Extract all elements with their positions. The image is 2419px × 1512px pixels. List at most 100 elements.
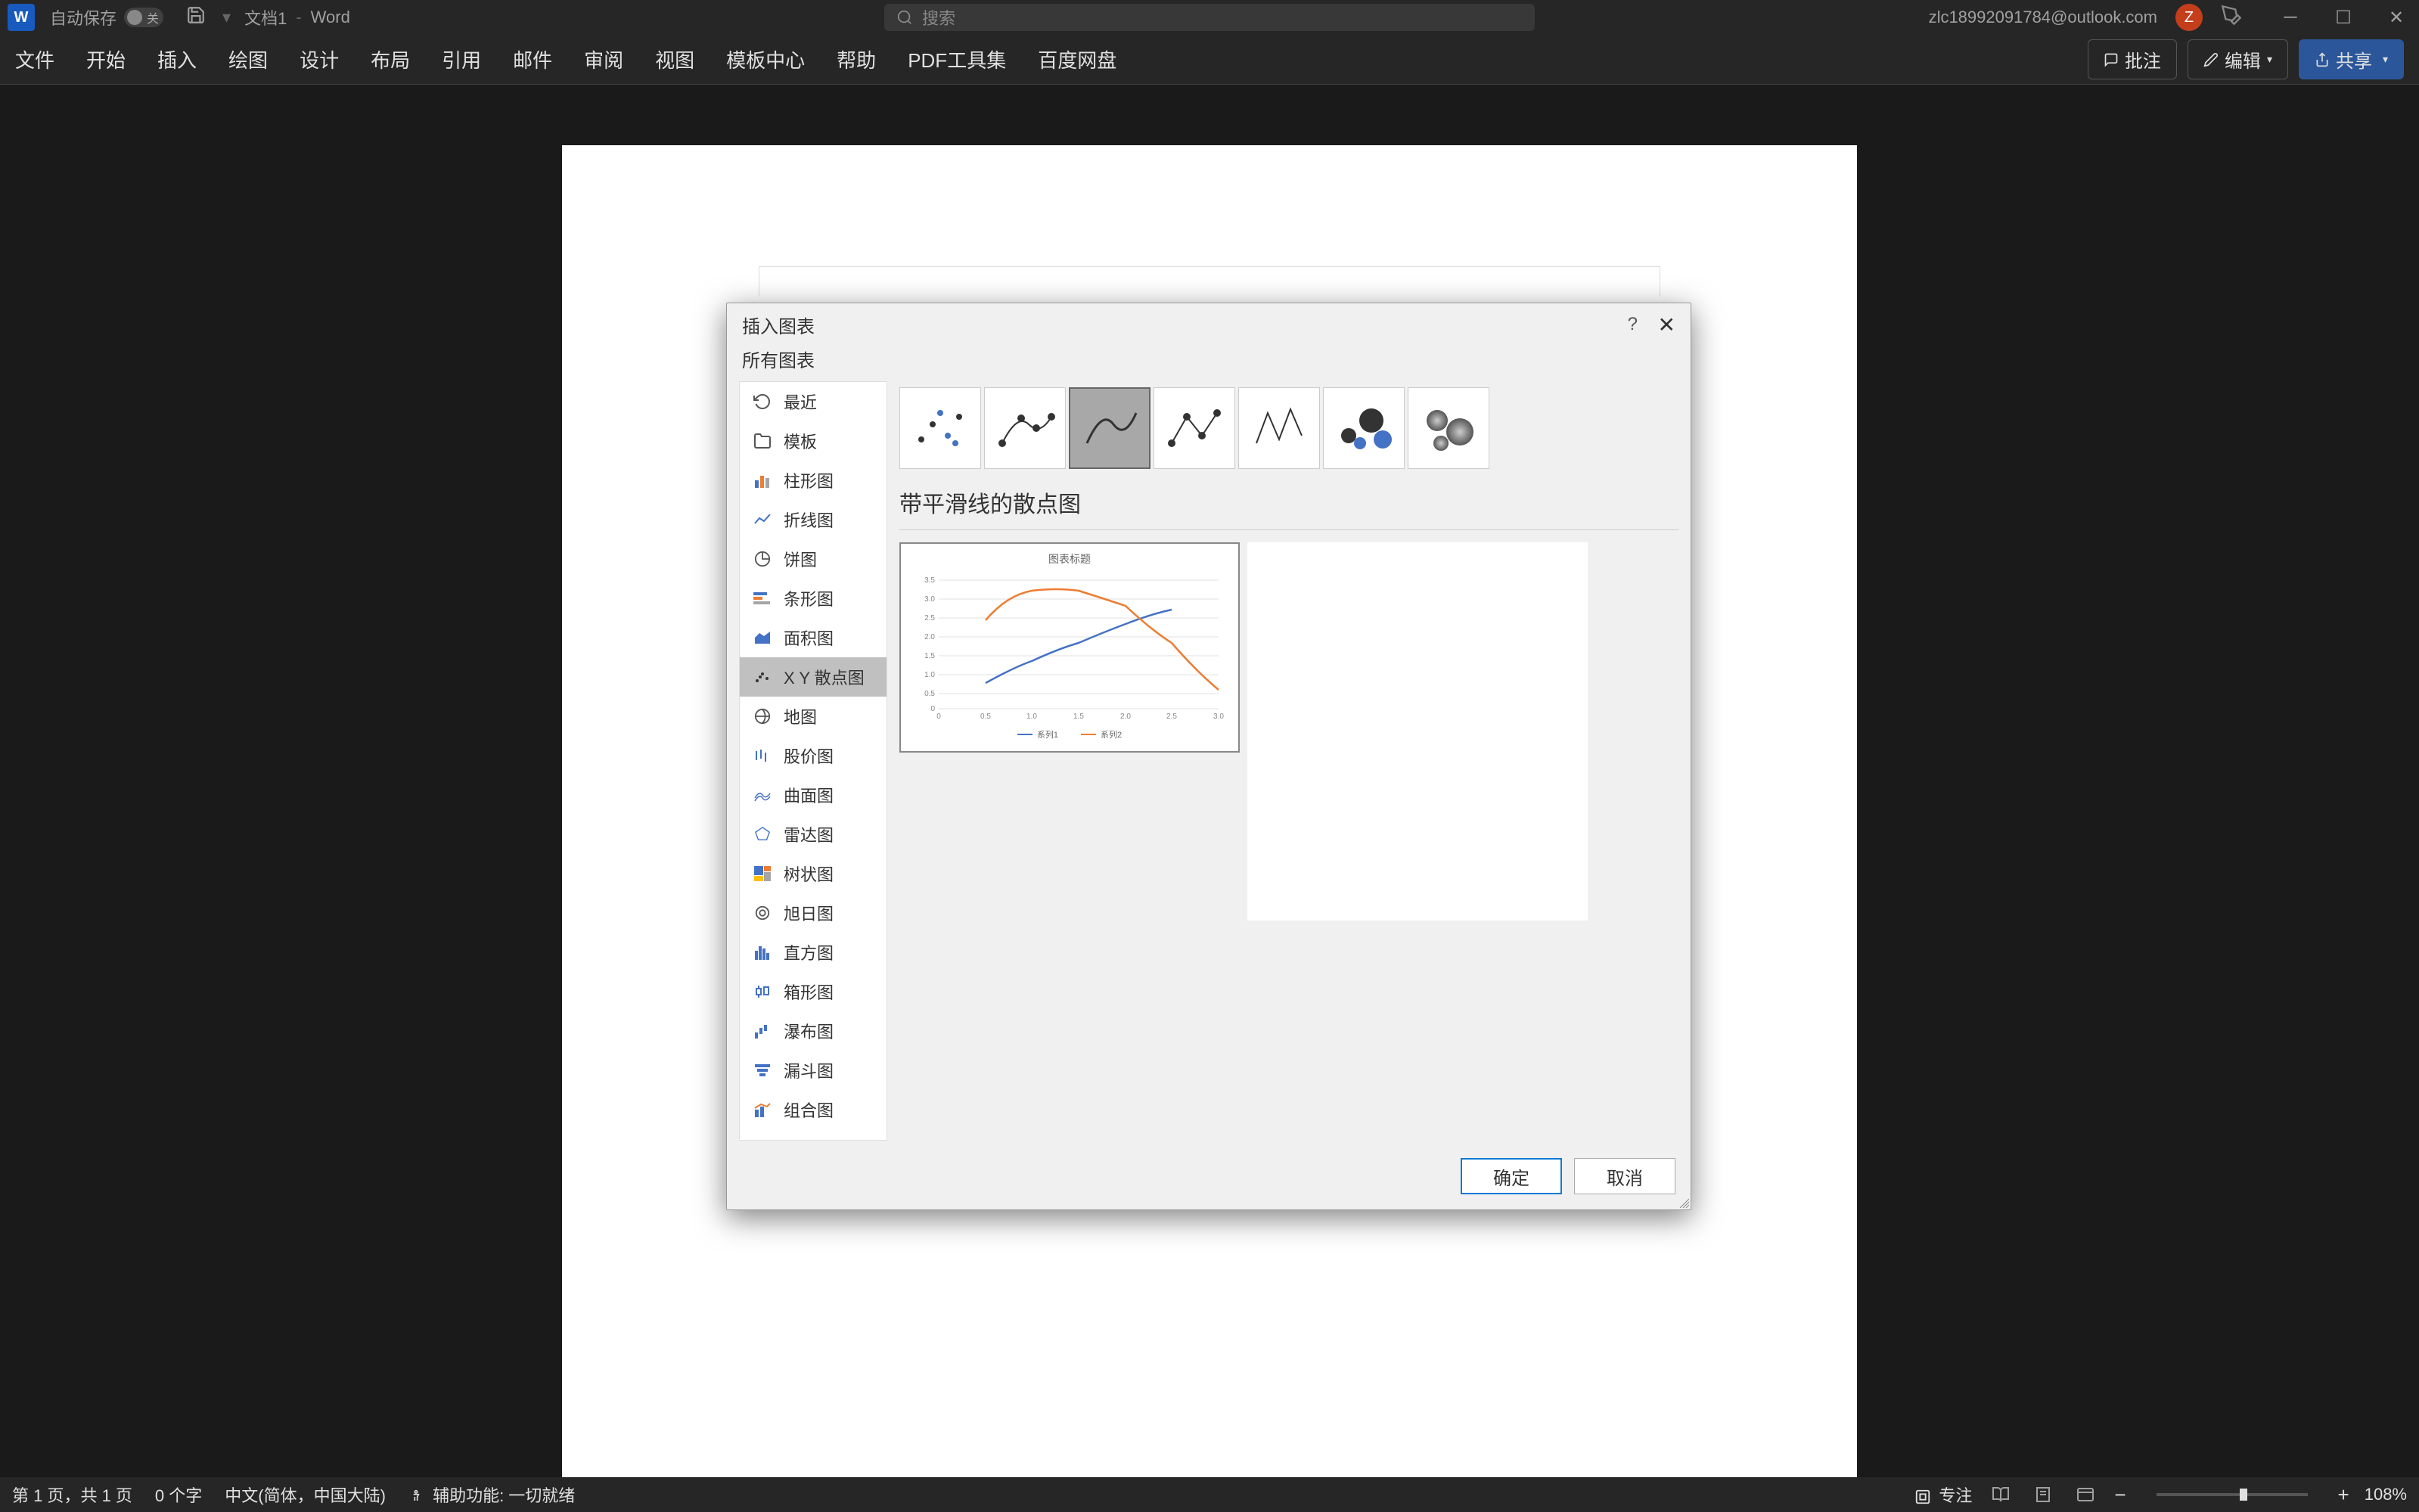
ribbon: 文件 开始 插入 绘图 设计 布局 引用 邮件 审阅 视图 模板中心 帮助 PD…	[0, 35, 2419, 85]
category-waterfall[interactable]: 瀑布图	[740, 1011, 887, 1051]
ok-button[interactable]: 确定	[1461, 1158, 1562, 1194]
status-bar: 第 1 页，共 1 页 0 个字 中文(简体，中国大陆) 辅助功能: 一切就绪 …	[0, 1477, 2419, 1512]
zoom-slider[interactable]	[2157, 1493, 2308, 1496]
tab-layout[interactable]: 布局	[371, 45, 410, 73]
subtype-straight-markers[interactable]	[1154, 387, 1235, 469]
search-icon	[896, 9, 913, 26]
page-info[interactable]: 第 1 页，共 1 页	[12, 1483, 132, 1507]
dialog-title: 插入图表	[742, 312, 815, 338]
save-icon[interactable]	[186, 5, 206, 29]
language[interactable]: 中文(简体，中国大陆)	[225, 1483, 386, 1507]
print-layout-button[interactable]	[2029, 1481, 2057, 1508]
tab-pdf[interactable]: PDF工具集	[908, 45, 1006, 73]
zoom-level[interactable]: 108%	[2365, 1485, 2407, 1504]
autosave-toggle[interactable]: 自动保存 关	[50, 5, 163, 29]
tab-mailings[interactable]: 邮件	[513, 45, 552, 73]
search-box[interactable]: 搜索	[884, 4, 1535, 31]
sunburst-icon	[752, 904, 773, 922]
tab-references[interactable]: 引用	[442, 45, 481, 73]
tab-insert[interactable]: 插入	[157, 45, 197, 73]
subtype-3d-bubble[interactable]	[1408, 387, 1489, 469]
cancel-button[interactable]: 取消	[1574, 1158, 1675, 1194]
chart-preview[interactable]: 图表标题	[899, 542, 1240, 753]
subtype-straight-lines[interactable]	[1238, 387, 1320, 469]
category-combo[interactable]: 组合图	[740, 1090, 887, 1129]
dialog-help-button[interactable]: ?	[1628, 314, 1638, 335]
scatter-chart-icon	[752, 668, 773, 686]
folder-icon	[752, 432, 773, 450]
category-histogram[interactable]: 直方图	[740, 933, 887, 972]
category-stock[interactable]: 股价图	[740, 736, 887, 775]
column-chart-icon	[752, 471, 773, 489]
edit-mode-button[interactable]: 编辑 ▾	[2188, 39, 2288, 79]
category-template[interactable]: 模板	[740, 421, 887, 461]
dialog-subtitle: 所有图表	[727, 346, 1691, 381]
chart-category-list: 最近 模板 柱形图 折线图 饼图 条形图	[739, 381, 887, 1141]
category-map[interactable]: 地图	[740, 697, 887, 736]
user-email[interactable]: zlc18992091784@outlook.com	[1929, 8, 2157, 27]
combo-chart-icon	[752, 1101, 773, 1119]
category-scatter[interactable]: X Y 散点图	[740, 657, 887, 697]
accessibility-icon	[408, 1489, 424, 1504]
tab-help[interactable]: 帮助	[837, 45, 876, 73]
accessibility-status[interactable]: 辅助功能: 一切就绪	[408, 1483, 575, 1507]
tab-file[interactable]: 文件	[15, 45, 54, 73]
chart-svg: 0 0.5 1.0 1.5 2.0 2.5 3.0 3.5	[908, 573, 1226, 720]
tab-draw[interactable]: 绘图	[228, 45, 268, 73]
category-funnel[interactable]: 漏斗图	[740, 1051, 887, 1090]
tab-templates[interactable]: 模板中心	[726, 45, 805, 73]
category-sunburst[interactable]: 旭日图	[740, 893, 887, 933]
close-button[interactable]: ✕	[2381, 2, 2411, 33]
tab-home[interactable]: 开始	[86, 45, 126, 73]
blank-preview-panel	[1247, 542, 1588, 921]
tab-review[interactable]: 审阅	[584, 45, 623, 73]
funnel-icon	[752, 1061, 773, 1079]
category-bar[interactable]: 条形图	[740, 579, 887, 618]
category-boxplot[interactable]: 箱形图	[740, 972, 887, 1011]
pie-chart-icon	[752, 550, 773, 568]
chevron-down-icon: ▾	[2383, 53, 2388, 66]
tab-design[interactable]: 设计	[300, 45, 339, 73]
category-recent[interactable]: 最近	[740, 382, 887, 421]
subtype-smooth-markers[interactable]	[984, 387, 1066, 469]
chart-legend: 系列1 系列2	[908, 728, 1231, 740]
svg-text:1.5: 1.5	[1073, 713, 1084, 720]
category-treemap[interactable]: 树状图	[740, 854, 887, 893]
word-app-icon: W	[8, 4, 35, 31]
word-count[interactable]: 0 个字	[155, 1483, 202, 1507]
category-pie[interactable]: 饼图	[740, 539, 887, 579]
map-icon	[752, 707, 773, 725]
tab-baidu[interactable]: 百度网盘	[1038, 45, 1116, 73]
svg-text:2.0: 2.0	[1120, 713, 1131, 720]
svg-text:3.5: 3.5	[924, 576, 935, 585]
category-surface[interactable]: 曲面图	[740, 775, 887, 815]
tab-view[interactable]: 视图	[655, 45, 694, 73]
resize-handle[interactable]	[1677, 1196, 1689, 1208]
dialog-header: 插入图表 ? ✕	[727, 303, 1691, 346]
maximize-button[interactable]: ☐	[2328, 2, 2358, 33]
category-radar[interactable]: 雷达图	[740, 815, 887, 854]
category-column[interactable]: 柱形图	[740, 461, 887, 500]
svg-text:3.0: 3.0	[1213, 713, 1224, 720]
share-button[interactable]: 共享 ▾	[2299, 39, 2404, 79]
insert-chart-dialog: 插入图表 ? ✕ 所有图表 最近 模板 柱形图 折线图	[726, 303, 1691, 1210]
comments-button[interactable]: 批注	[2088, 39, 2177, 79]
svg-text:0.5: 0.5	[980, 713, 991, 720]
pencil-icon	[2203, 52, 2219, 67]
read-mode-button[interactable]	[1987, 1481, 2014, 1508]
treemap-icon	[752, 865, 773, 883]
category-area[interactable]: 面积图	[740, 618, 887, 657]
subtype-smooth-lines[interactable]	[1069, 387, 1150, 469]
zoom-out-button[interactable]: −	[2114, 1483, 2126, 1507]
category-line[interactable]: 折线图	[740, 500, 887, 539]
subtype-bubble[interactable]	[1323, 387, 1405, 469]
minimize-button[interactable]: ─	[2275, 2, 2306, 33]
focus-mode-button[interactable]: 专注	[1914, 1483, 1972, 1507]
toggle-switch[interactable]: 关	[124, 8, 163, 27]
subtype-scatter[interactable]	[899, 387, 981, 469]
zoom-in-button[interactable]: +	[2338, 1483, 2349, 1507]
dialog-close-button[interactable]: ✕	[1658, 312, 1675, 337]
web-layout-button[interactable]	[2072, 1481, 2099, 1508]
user-avatar[interactable]: Z	[2175, 4, 2203, 31]
pen-icon[interactable]	[2221, 5, 2242, 30]
